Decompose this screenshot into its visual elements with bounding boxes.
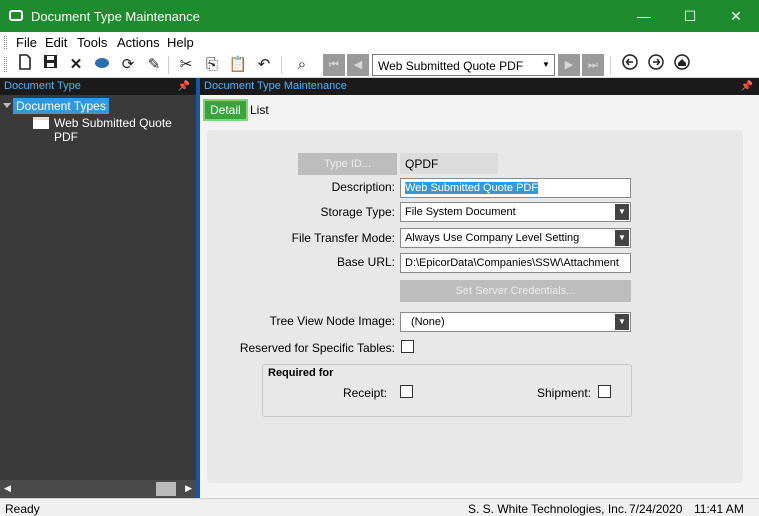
shipment-checkbox[interactable] [598, 385, 611, 398]
tree-item-web-submitted-quote-pdf[interactable]: Web Submitted Quote PDF [54, 116, 196, 144]
new-icon[interactable] [14, 54, 36, 76]
set-server-credentials-button[interactable]: Set Server Credentials... [400, 280, 631, 302]
status-bar: Ready S. S. White Technologies, Inc. 7/2… [0, 498, 759, 516]
search-icon[interactable]: ⌕ [291, 54, 313, 76]
maximize-button[interactable]: ☐ [667, 0, 713, 32]
pin-icon[interactable]: 📌 [741, 78, 753, 95]
tab-detail[interactable]: Detail [203, 99, 248, 121]
description-value: Web Submitted Quote PDF [405, 182, 539, 194]
receipt-label: Receipt: [342, 386, 387, 400]
type-id-field[interactable]: QPDF [400, 153, 498, 174]
scroll-left-icon[interactable]: ◀ [4, 483, 11, 494]
scroll-right-icon[interactable]: ▶ [185, 483, 192, 494]
file-transfer-mode-label: File Transfer Mode: [291, 231, 395, 245]
refresh-icon[interactable]: ⟳ [117, 54, 139, 76]
tab-list[interactable]: List [245, 99, 274, 121]
menu-actions[interactable]: Actions [117, 35, 160, 50]
tree-expand-icon[interactable] [3, 103, 11, 108]
status-company: S. S. White Technologies, Inc. [468, 502, 628, 516]
file-transfer-mode-value: Always Use Company Level Setting [405, 232, 580, 244]
delete-icon[interactable]: ✕ [65, 54, 87, 76]
forward-icon[interactable] [645, 54, 667, 76]
back-icon[interactable] [619, 54, 641, 76]
menu-tools[interactable]: Tools [77, 35, 107, 50]
toolbar-separator [610, 56, 611, 74]
shipment-label: Shipment: [536, 386, 591, 400]
base-url-field[interactable]: D:\EpicorData\Companies\SSW\Attachment [400, 253, 631, 273]
required-for-group: Required for Receipt: Shipment: [262, 364, 632, 417]
description-field[interactable]: Web Submitted Quote PDF [400, 178, 631, 198]
base-url-label: Base URL: [336, 255, 395, 269]
type-id-value: QPDF [405, 157, 439, 171]
tree-view-node-image-select[interactable]: (None) ▼ [400, 312, 631, 332]
reserved-for-specific-tables-label: Reserved for Specific Tables: [239, 341, 395, 355]
menu-edit[interactable]: Edit [45, 35, 67, 50]
pin-icon[interactable]: 📌 [178, 78, 190, 95]
storage-type-value: File System Document [405, 206, 516, 218]
type-id-button[interactable]: Type ID... [298, 153, 397, 175]
home-icon[interactable] [671, 54, 693, 76]
tab-strip: Detail List [200, 95, 759, 123]
base-url-value: D:\EpicorData\Companies\SSW\Attachment [405, 257, 619, 269]
chevron-down-icon[interactable]: ▼ [615, 230, 629, 246]
first-record-icon[interactable]: ⏮ [323, 54, 345, 76]
app-icon [9, 10, 23, 21]
tree-view-node-image-value: (None) [411, 316, 445, 328]
tree-view-node-image-label: Tree View Node Image: [269, 314, 395, 328]
storage-type-select[interactable]: File System Document ▼ [400, 202, 631, 222]
chevron-down-icon[interactable]: ▼ [615, 204, 629, 220]
left-pane-header: Document Type 📌 [0, 78, 196, 95]
right-pane-header: Document Type Maintenance 📌 [200, 78, 759, 95]
paste-icon[interactable]: 📋 [227, 54, 249, 76]
horizontal-scrollbar[interactable]: ◀ ▶ [0, 480, 196, 498]
toolbar-grip [4, 57, 7, 72]
scroll-thumb[interactable] [156, 482, 176, 496]
chevron-down-icon[interactable]: ▼ [538, 55, 554, 75]
right-pane: Document Type Maintenance 📌 Detail List … [200, 78, 759, 498]
record-selector[interactable]: Web Submitted Quote PDF ▼ [372, 54, 555, 76]
title-bar: Document Type Maintenance — ☐ ✕ [0, 0, 759, 32]
storage-type-label: Storage Type: [320, 205, 396, 219]
description-label: Description: [331, 180, 395, 194]
close-button[interactable]: ✕ [713, 0, 759, 32]
minimize-button[interactable]: — [621, 0, 667, 32]
clear-icon[interactable]: ✎ [143, 54, 165, 76]
copy-icon[interactable]: ⎘ [201, 54, 223, 76]
cut-icon[interactable]: ✂ [175, 54, 197, 76]
chevron-down-icon[interactable]: ▼ [615, 314, 629, 330]
status-time: 11:41 AM [694, 502, 744, 516]
window-title: Document Type Maintenance [31, 9, 200, 24]
folder-icon [33, 117, 49, 129]
toolbar-separator [281, 56, 282, 74]
toolbar-separator [168, 56, 169, 74]
left-pane-title: Document Type [4, 80, 81, 92]
toolbar: ✕ ⟳ ✎ ✂ ⎘ 📋 ↶ ⌕ ⏮ ◀ Web Submitted Quote … [0, 52, 759, 78]
reserved-for-specific-tables-checkbox[interactable] [401, 340, 414, 353]
status-date: 7/24/2020 [629, 502, 683, 516]
required-for-title: Required for [268, 367, 334, 379]
left-pane: Document Type 📌 Document Types Web Submi… [0, 78, 196, 498]
status-text: Ready [5, 502, 40, 516]
last-record-icon[interactable]: ⏭ [582, 54, 604, 76]
menu-bar: File Edit Tools Actions Help [0, 32, 759, 52]
menu-help[interactable]: Help [167, 35, 194, 50]
record-selector-value: Web Submitted Quote PDF [378, 59, 524, 73]
save-icon[interactable] [39, 54, 61, 76]
receipt-checkbox[interactable] [400, 385, 413, 398]
next-record-icon[interactable]: ▶ [558, 54, 580, 76]
file-transfer-mode-select[interactable]: Always Use Company Level Setting ▼ [400, 228, 631, 248]
menu-grip [4, 36, 7, 49]
undo-icon[interactable]: ↶ [253, 54, 275, 76]
menu-file[interactable]: File [16, 35, 37, 50]
tree-root-document-types[interactable]: Document Types [13, 98, 109, 114]
right-pane-title: Document Type Maintenance [204, 80, 347, 92]
detail-form: Type ID... QPDF Description: Web Submitt… [207, 130, 743, 483]
previous-record-icon[interactable]: ◀ [347, 54, 369, 76]
attachment-icon[interactable] [91, 54, 113, 76]
